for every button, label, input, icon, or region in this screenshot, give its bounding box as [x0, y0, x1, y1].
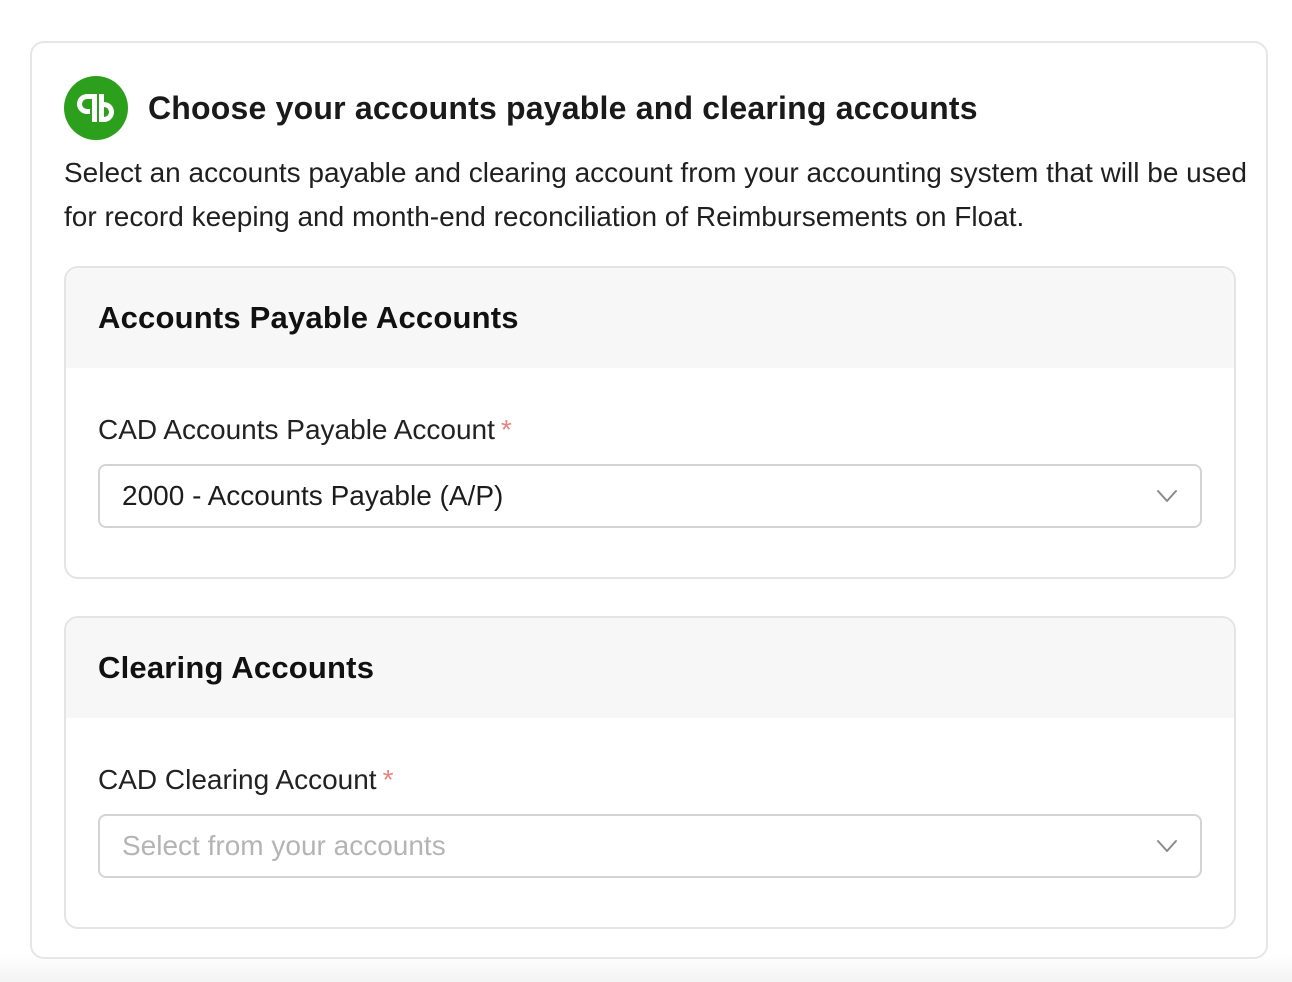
card-header: Choose your accounts payable and clearin… — [64, 75, 978, 141]
section-title-payable: Accounts Payable Accounts — [98, 300, 519, 335]
accounts-settings-card: Choose your accounts payable and clearin… — [30, 41, 1268, 959]
clearing-accounts-section: Clearing Accounts CAD Clearing Account * … — [64, 616, 1236, 929]
chevron-down-icon — [1157, 490, 1177, 502]
required-asterisk: * — [500, 414, 512, 445]
field-label-text: CAD Accounts Payable Account — [98, 414, 495, 445]
select-placeholder: Select from your accounts — [122, 830, 446, 861]
required-asterisk: * — [382, 764, 394, 795]
select-value: 2000 - Accounts Payable (A/P) — [122, 480, 504, 511]
section-title-clearing: Clearing Accounts — [98, 650, 375, 685]
card-description: Select an accounts payable and clearing … — [64, 157, 1247, 232]
chevron-down-icon — [1157, 840, 1177, 852]
accounts-payable-section: Accounts Payable Accounts CAD Accounts P… — [64, 266, 1236, 579]
quickbooks-logo-icon — [64, 76, 128, 140]
section-header: Clearing Accounts — [66, 618, 1234, 718]
cad-payable-account-select[interactable]: 2000 - Accounts Payable (A/P) — [98, 464, 1202, 528]
cad-clearing-account-label: CAD Clearing Account * — [98, 764, 393, 796]
field-label-text: CAD Clearing Account — [98, 764, 377, 795]
cad-clearing-account-select[interactable]: Select from your accounts — [98, 814, 1202, 878]
cad-payable-account-label: CAD Accounts Payable Account * — [98, 414, 512, 446]
card-title: Choose your accounts payable and clearin… — [148, 89, 978, 126]
section-header: Accounts Payable Accounts — [66, 268, 1234, 368]
